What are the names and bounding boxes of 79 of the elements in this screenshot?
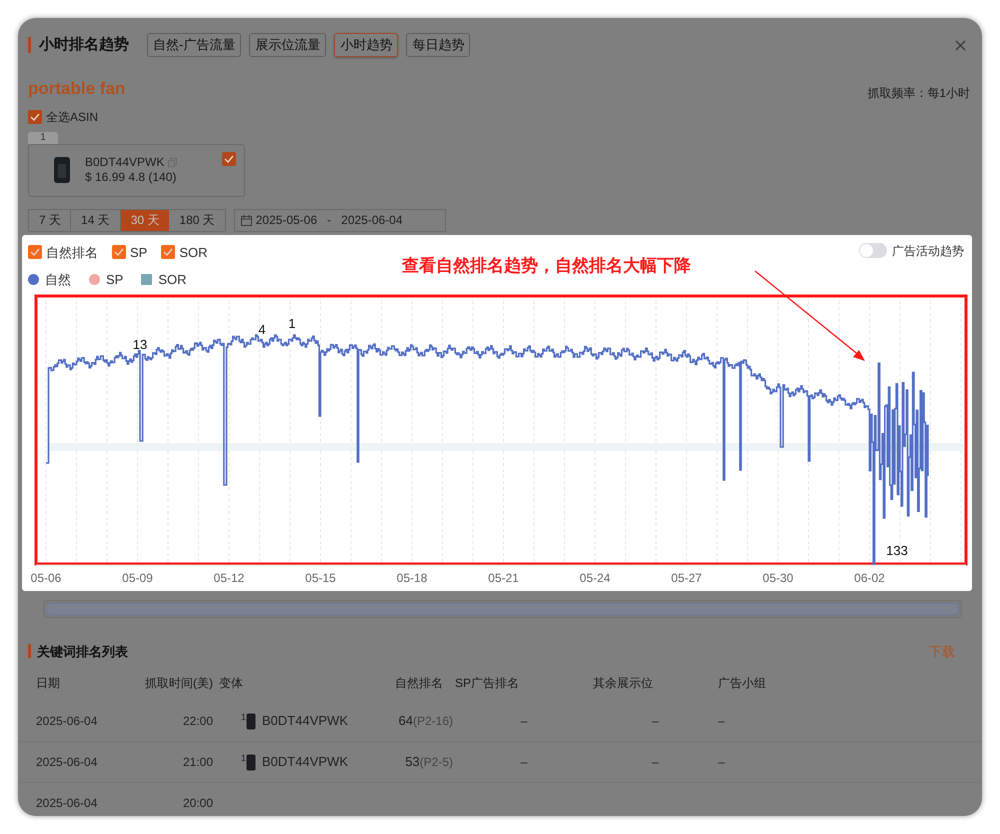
- toggle-switch[interactable]: [859, 243, 887, 258]
- section-accent: [28, 644, 31, 658]
- table-cell-text: –: [718, 754, 725, 771]
- checkbox-label: 全选ASIN: [46, 108, 98, 126]
- table-cell-text: –: [652, 713, 659, 730]
- column-header: 广告小组: [718, 676, 766, 690]
- table-cell-text: 21:00: [182, 754, 213, 771]
- asin-details: $ 16.99 4.8 (140): [85, 170, 178, 185]
- table-cell-text: 20:00: [182, 795, 213, 812]
- axis-label: 05-15: [305, 570, 336, 584]
- checkbox[interactable]: [28, 245, 42, 260]
- table-cell-text: –: [652, 754, 659, 771]
- close-icon[interactable]: [955, 40, 966, 50]
- tab[interactable]: 自然-广告流量: [147, 33, 242, 57]
- start-date: 2025-05-06: [256, 212, 318, 229]
- column-header: 日期: [36, 676, 60, 690]
- checkbox[interactable]: [112, 245, 126, 260]
- axis-label: 06-02: [854, 570, 885, 584]
- table-cell-text: 2025-06-04: [36, 795, 98, 812]
- column-header: 变体: [219, 676, 243, 690]
- table-cell-text: –: [520, 713, 528, 730]
- legend-label[interactable]: SOR: [158, 270, 187, 290]
- asin-code: B0DT44VPWK: [85, 155, 164, 170]
- range-tab[interactable]: 30 天: [120, 210, 170, 230]
- legend-label[interactable]: 自然: [45, 270, 71, 290]
- axis-label: 05-30: [762, 570, 794, 584]
- product-icon: [246, 712, 256, 730]
- range-tab[interactable]: 180 天: [169, 210, 225, 230]
- date-range-field[interactable]: 2025-05-06 - 2025-06-04: [234, 208, 446, 232]
- checkbox[interactable]: [161, 245, 176, 260]
- axis-label: 05-27: [671, 570, 702, 584]
- checkbox[interactable]: [222, 152, 236, 166]
- keyword-title: portable fan: [28, 78, 126, 100]
- point-label: 13: [132, 336, 148, 352]
- tab[interactable]: 小时趋势: [334, 33, 398, 57]
- point-label: 4: [258, 322, 266, 336]
- point-label: 133: [886, 542, 908, 558]
- product-icon: [53, 156, 71, 184]
- annotation-text: 查看自然排名趋势，自然排名大幅下降: [402, 256, 691, 274]
- table-cell-text: 22:00: [182, 713, 213, 730]
- table-cell-text: 2025-06-04: [36, 754, 98, 771]
- table-cell-text: –: [718, 713, 725, 730]
- section-title: 关键词排名列表: [37, 642, 128, 660]
- toggle-label: 广告活动趋势: [892, 242, 964, 260]
- column-header: SP广告排名: [455, 676, 520, 690]
- tab[interactable]: 展示位流量: [249, 33, 326, 57]
- table-cell-text: B0DT44VPWK: [262, 753, 348, 772]
- calendar-icon: [240, 214, 252, 226]
- product-icon: [246, 754, 256, 770]
- table-cell-text: B0DT44VPWK: [262, 712, 348, 730]
- axis-label: 05-21: [488, 570, 519, 584]
- end-date: 2025-06-04: [341, 212, 403, 229]
- axis-label: 05-24: [580, 570, 610, 584]
- rank-value: 53(P2-5): [405, 753, 453, 772]
- frequency-label: 抓取频率：每1小时: [867, 84, 970, 102]
- axis-label: 05-12: [214, 570, 244, 584]
- axis-label: 05-06: [30, 570, 62, 584]
- point-label: 1: [288, 316, 296, 330]
- column-header: 自然排名: [395, 676, 443, 690]
- variant-index: 1: [241, 754, 246, 762]
- checkbox-label: SOR: [179, 244, 208, 262]
- date-separator: -: [327, 212, 332, 229]
- column-header: 其余展示位: [593, 676, 653, 690]
- checkbox-label: 自然排名: [46, 244, 98, 262]
- rank-value: 64(P2-16): [398, 712, 453, 730]
- checkbox-label: SP: [130, 244, 148, 262]
- axis-label: 05-18: [396, 570, 428, 584]
- title-accent: [28, 37, 31, 53]
- range-tab[interactable]: 7 天: [29, 210, 72, 230]
- dialog-title: 小时排名趋势: [39, 34, 129, 55]
- table-cell-text: 2025-06-04: [36, 713, 98, 730]
- tab[interactable]: 每日趋势: [406, 33, 470, 57]
- axis-label: 05-09: [122, 570, 153, 584]
- table-cell-text: –: [520, 754, 528, 771]
- asin-card[interactable]: B0DT44VPWK $ 16.99 4.8 (140): [28, 144, 245, 196]
- checkbox[interactable]: [28, 110, 42, 124]
- variant-index: 1: [241, 712, 246, 722]
- column-header: 抓取时间(美): [145, 676, 213, 690]
- legend-label[interactable]: SP: [106, 270, 124, 290]
